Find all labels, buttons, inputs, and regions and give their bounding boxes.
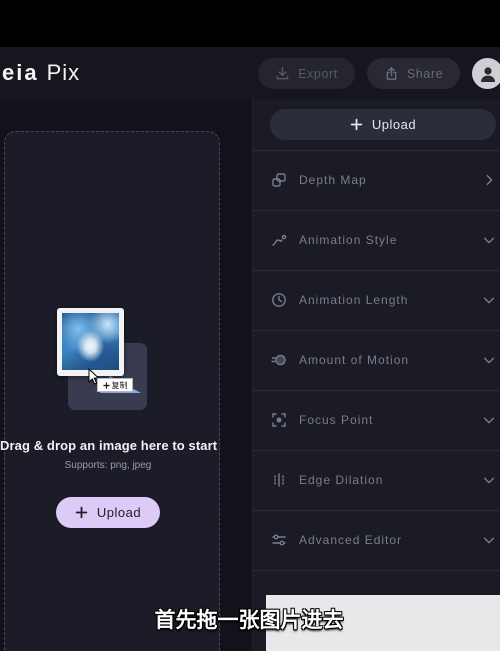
chevron-down-icon bbox=[483, 237, 495, 244]
share-icon bbox=[386, 67, 397, 80]
dropzone-upload-label: Upload bbox=[96, 505, 142, 520]
avatar-circle[interactable] bbox=[472, 58, 500, 89]
dropzone-title: Drag & drop an image here to start bbox=[0, 438, 218, 453]
drag-copy-label: 复制 bbox=[111, 380, 128, 390]
dropzone-supported-formats: Supports: png, jpeg bbox=[64, 460, 152, 471]
user-icon bbox=[480, 66, 495, 82]
panel-upload-button[interactable]: Upload bbox=[270, 109, 496, 140]
section-label: Focus Point bbox=[299, 413, 374, 427]
section-animation-length[interactable]: Animation Length bbox=[253, 270, 500, 330]
focus-point-icon bbox=[272, 413, 286, 427]
logo-text-light: Pix bbox=[46, 60, 81, 85]
section-edge-dilation[interactable]: Edge Dilation bbox=[253, 450, 500, 510]
section-label: Advanced Editor bbox=[299, 533, 403, 547]
plus-icon bbox=[75, 506, 88, 519]
plus-icon bbox=[350, 118, 363, 131]
share-label: Share bbox=[406, 66, 444, 81]
dropzone-upload-button[interactable]: Upload bbox=[56, 497, 160, 528]
export-button[interactable]: Export bbox=[258, 58, 355, 89]
chevron-down-icon bbox=[483, 297, 495, 304]
section-label: Depth Map bbox=[299, 173, 367, 187]
clock-icon bbox=[272, 293, 286, 307]
avatar[interactable] bbox=[472, 58, 500, 89]
panel-upload-label: Upload bbox=[371, 117, 417, 132]
chevron-down-icon bbox=[483, 417, 495, 424]
sliders-icon bbox=[272, 534, 286, 546]
leiapix-logo[interactable]: eia Pix bbox=[2, 60, 80, 86]
app-header: eia Pix Export Share bbox=[0, 47, 500, 100]
curve-icon bbox=[272, 234, 287, 246]
dragged-image-thumbnail bbox=[57, 308, 124, 376]
edge-dilation-icon bbox=[274, 473, 284, 487]
plus-icon bbox=[102, 381, 110, 389]
share-button[interactable]: Share bbox=[367, 58, 460, 89]
chevron-down-icon bbox=[483, 357, 495, 364]
layers-icon bbox=[272, 173, 286, 187]
motion-icon bbox=[271, 354, 286, 366]
video-subtitle: 首先拖一张图片进去 bbox=[154, 608, 344, 632]
settings-panel: Upload Depth Map Animation Style Animati… bbox=[252, 100, 500, 651]
chevron-right-icon bbox=[486, 174, 493, 186]
logo-text-bold: eia bbox=[2, 60, 39, 85]
section-label: Animation Length bbox=[299, 293, 409, 307]
section-advanced-editor[interactable]: Advanced Editor bbox=[253, 510, 500, 571]
section-focus-point[interactable]: Focus Point bbox=[253, 390, 500, 450]
export-label: Export bbox=[298, 66, 338, 81]
drag-copy-tooltip: 复制 bbox=[97, 378, 133, 392]
section-depth-map[interactable]: Depth Map bbox=[253, 150, 500, 210]
section-label: Amount of Motion bbox=[299, 353, 410, 367]
image-dropzone[interactable]: 复制 Drag & drop an image here to start Su… bbox=[0, 131, 220, 651]
download-icon bbox=[276, 67, 289, 80]
leiapix-screen: { "app": { "logo": { "part1": "eia", "pa… bbox=[0, 0, 500, 651]
section-animation-style[interactable]: Animation Style bbox=[253, 210, 500, 270]
section-label: Edge Dilation bbox=[299, 473, 384, 487]
chevron-down-icon bbox=[483, 537, 495, 544]
section-amount-of-motion[interactable]: Amount of Motion bbox=[253, 330, 500, 390]
section-label: Animation Style bbox=[299, 233, 398, 247]
dragged-image bbox=[62, 313, 119, 370]
chevron-down-icon bbox=[483, 477, 495, 484]
